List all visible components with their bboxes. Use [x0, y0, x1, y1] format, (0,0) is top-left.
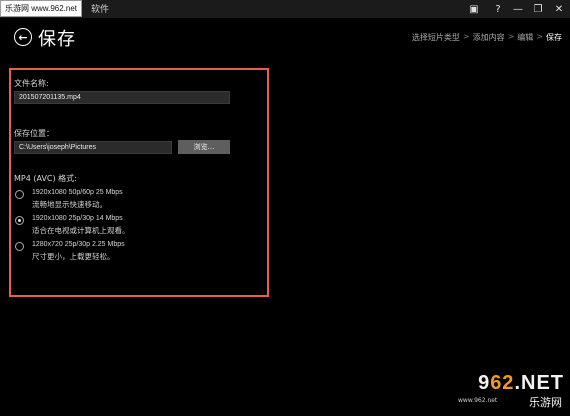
breadcrumb-separator: >: [536, 32, 543, 41]
watermark: 乐游网 www.962.net: [0, 0, 83, 17]
logo-url: www.962.net: [458, 397, 498, 404]
logo-chinese: 乐游网: [529, 396, 562, 409]
format-label: MP4 (AVC) 格式:: [14, 174, 77, 183]
option-description: 尺寸更小，上载更轻松。: [32, 252, 115, 261]
restore-icon[interactable]: ❐: [528, 0, 548, 18]
breadcrumb-separator: >: [507, 32, 515, 41]
radio-button[interactable]: [15, 190, 24, 199]
save-settings-panel: 文件名称: 201507201135.mp4 保存位置： C:\Users\jo…: [9, 68, 269, 297]
logo-wordmark: 962.NET: [478, 372, 564, 394]
site-logo: 962.NET www.962.net 乐游网: [454, 372, 564, 410]
back-button[interactable]: ←: [14, 28, 32, 46]
breadcrumb: 选择短片类型 > 添加内容 > 编辑 > 保存: [412, 32, 562, 43]
title-bar: 乐游网 www.962.net 软件 ▣ ? — ❐ ✕: [0, 0, 570, 18]
option-description: 适合在电视或计算机上观看。: [32, 226, 130, 235]
help-icon[interactable]: ?: [488, 0, 508, 18]
minimize-icon[interactable]: —: [508, 0, 528, 18]
page-title: 保存: [38, 29, 76, 50]
breadcrumb-step-add-content[interactable]: 添加内容: [473, 32, 505, 43]
back-arrow-icon: ←: [18, 30, 28, 44]
format-option-720-30p[interactable]: 1280x720 25p/30p 2.25 Mbps 尺寸更小，上载更轻松。: [15, 241, 255, 265]
radio-button[interactable]: [15, 242, 24, 251]
close-icon[interactable]: ✕: [549, 0, 569, 18]
option-spec: 1920x1080 50p/60p 25 Mbps: [32, 189, 123, 196]
filename-label: 文件名称:: [14, 79, 49, 88]
breadcrumb-step-edit[interactable]: 编辑: [517, 32, 533, 43]
location-input[interactable]: C:\Users\joseph\Pictures: [14, 141, 172, 154]
breadcrumb-step-save: 保存: [546, 33, 562, 42]
breadcrumb-step-type[interactable]: 选择短片类型: [412, 32, 460, 43]
format-option-1080-30p[interactable]: 1920x1080 25p/30p 14 Mbps 适合在电视或计算机上观看。: [15, 215, 255, 239]
option-spec: 1280x720 25p/30p 2.25 Mbps: [32, 241, 125, 248]
window-title: 软件: [91, 5, 110, 15]
filename-input[interactable]: 201507201135.mp4: [14, 91, 230, 104]
option-spec: 1920x1080 25p/30p 14 Mbps: [32, 215, 123, 222]
option-description: 流畅地显示快速移动。: [32, 200, 107, 209]
briefcase-icon[interactable]: ▣: [464, 0, 484, 18]
breadcrumb-separator: >: [462, 32, 470, 41]
format-option-1080-60p[interactable]: 1920x1080 50p/60p 25 Mbps 流畅地显示快速移动。: [15, 189, 255, 213]
browse-button[interactable]: 浏览...: [178, 140, 230, 154]
radio-button-selected[interactable]: [15, 216, 24, 225]
location-label: 保存位置：: [14, 129, 54, 138]
